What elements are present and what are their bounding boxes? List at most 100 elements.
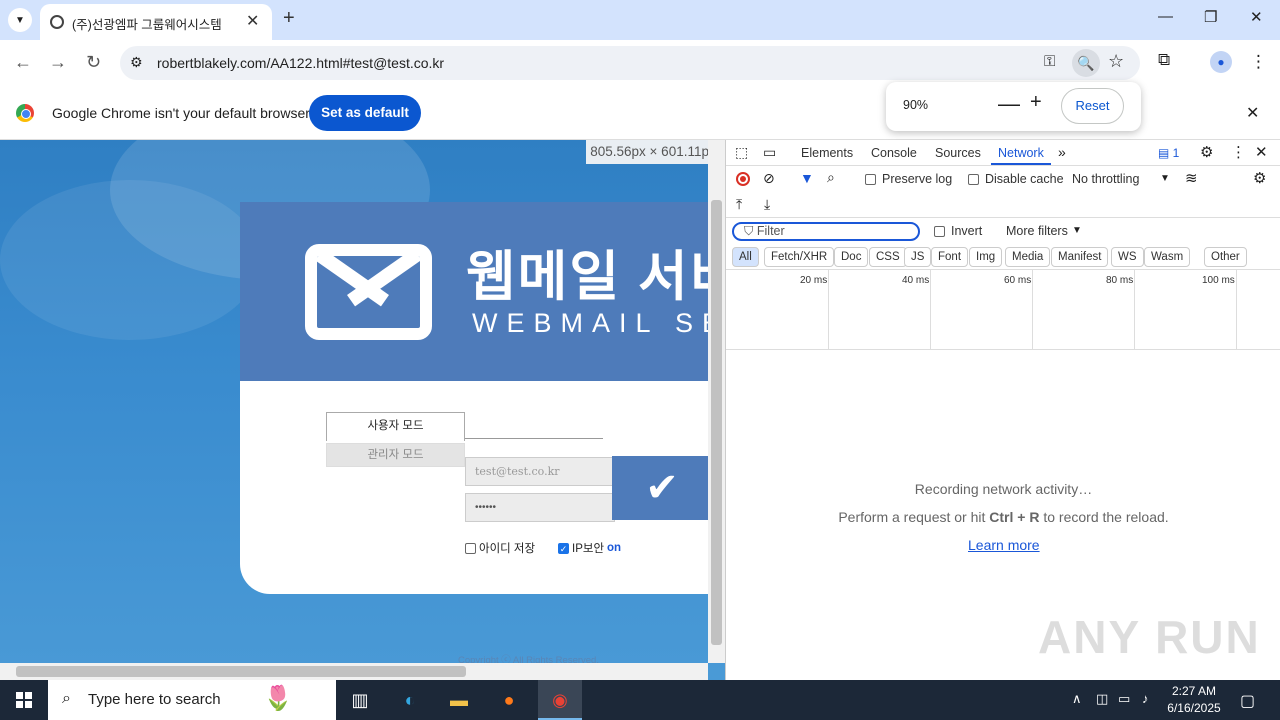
type-filter-other[interactable]: Other bbox=[1204, 247, 1247, 267]
timeline-gridline bbox=[1236, 270, 1237, 350]
filter-input[interactable]: ⛉ Filter bbox=[732, 222, 920, 241]
scroll-thumb[interactable] bbox=[16, 666, 466, 677]
back-icon[interactable]: ← bbox=[14, 52, 32, 73]
more-filters-button[interactable]: More filters bbox=[1006, 224, 1068, 238]
taskbar-search[interactable]: ⌕ Type here to search 🌷 bbox=[48, 680, 336, 720]
windows-start-icon[interactable] bbox=[16, 692, 32, 708]
file-explorer-icon[interactable]: ▬ bbox=[447, 688, 471, 712]
network-timeline[interactable]: 20 ms 40 ms 60 ms 80 ms 100 ms bbox=[726, 270, 1280, 350]
type-filter-all[interactable]: All bbox=[732, 247, 759, 267]
clock-date[interactable]: 6/16/2025 bbox=[1164, 701, 1224, 715]
clock-time[interactable]: 2:27 AM bbox=[1168, 684, 1220, 698]
zoom-in-button[interactable]: + bbox=[1030, 91, 1042, 114]
set-as-default-button[interactable]: Set as default bbox=[309, 95, 421, 131]
tab-search-button[interactable]: ▼ bbox=[8, 8, 32, 32]
chevron-down-icon[interactable]: ▼ bbox=[1072, 225, 1082, 236]
clear-icon[interactable]: ⊘ bbox=[763, 170, 775, 187]
network-icon[interactable]: ▭ bbox=[1118, 691, 1130, 707]
extensions-icon[interactable]: ⧉ bbox=[1158, 50, 1170, 70]
close-icon[interactable]: ✕ bbox=[1246, 103, 1259, 123]
settings-gear-icon[interactable]: ⚙ bbox=[1253, 169, 1266, 187]
device-toolbar-icon[interactable]: ▭ bbox=[763, 144, 776, 161]
close-icon[interactable]: ✕ bbox=[1255, 143, 1268, 161]
notification-icon[interactable]: ▢ bbox=[1240, 691, 1255, 711]
tab-network[interactable]: Network bbox=[998, 146, 1044, 160]
upload-icon[interactable]: ⤒ bbox=[736, 196, 742, 213]
type-filter-doc[interactable]: Doc bbox=[834, 247, 869, 267]
type-filter-css[interactable]: CSS bbox=[869, 247, 907, 267]
save-id-option[interactable]: 아이디 저장 bbox=[465, 540, 535, 556]
url-text[interactable]: robertblakely.com/AA122.html#test@test.c… bbox=[157, 55, 444, 71]
preserve-log-label: Preserve log bbox=[882, 172, 953, 186]
restore-icon[interactable]: ❐ bbox=[1204, 8, 1217, 26]
chevron-down-icon[interactable]: ▼ bbox=[1160, 173, 1170, 184]
search-icon[interactable]: ⌕ bbox=[827, 169, 835, 186]
type-filter-wasm[interactable]: Wasm bbox=[1144, 247, 1191, 267]
timeline-tick-label: 80 ms bbox=[1106, 275, 1134, 286]
issues-icon[interactable]: ▤ 1 bbox=[1158, 146, 1179, 160]
address-bar[interactable]: ⚙ robertblakely.com/AA122.html#test@test… bbox=[120, 46, 1140, 80]
ip-security-checkbox[interactable]: ✓ bbox=[558, 542, 569, 554]
type-filter-fetch[interactable]: Fetch/XHR bbox=[764, 247, 835, 267]
tray-app-icon[interactable]: ◫ bbox=[1096, 691, 1108, 707]
scroll-thumb[interactable] bbox=[711, 200, 722, 645]
password-field[interactable]: •••••• bbox=[465, 493, 615, 522]
invert-checkbox[interactable] bbox=[934, 226, 945, 237]
reload-icon[interactable]: ↻ bbox=[86, 52, 101, 73]
filter-icon[interactable]: ▼ bbox=[800, 170, 814, 186]
download-icon[interactable]: ⤓ bbox=[764, 196, 770, 213]
window-close-icon[interactable]: ✕ bbox=[1250, 8, 1263, 26]
tray-chevron-icon[interactable]: ∧ bbox=[1072, 691, 1082, 707]
chrome-taskbar-button[interactable]: ◉ bbox=[538, 680, 582, 720]
site-info-icon[interactable]: ⚙ bbox=[130, 54, 143, 71]
inspect-icon[interactable]: ⬚ bbox=[735, 144, 748, 161]
zoom-reset-button[interactable]: Reset bbox=[1061, 88, 1124, 124]
wifi-icon[interactable]: ≋ bbox=[1185, 169, 1198, 187]
kebab-menu-icon[interactable]: ⋮ bbox=[1250, 52, 1267, 72]
vertical-scrollbar[interactable] bbox=[708, 140, 725, 663]
task-view-icon[interactable]: ▥ bbox=[348, 688, 372, 712]
ip-security-option[interactable]: ✓ IP보안 on bbox=[558, 540, 621, 556]
email-field[interactable]: test@test.co.kr bbox=[465, 457, 615, 486]
minimize-icon[interactable]: — bbox=[1158, 8, 1173, 25]
zoom-out-button[interactable]: — bbox=[998, 91, 1020, 117]
type-filter-font[interactable]: Font bbox=[931, 247, 969, 267]
search-input[interactable]: Type here to search bbox=[88, 691, 221, 708]
learn-more-link[interactable]: Learn more bbox=[968, 537, 1040, 553]
tab-user-mode[interactable]: 사용자 모드 bbox=[326, 412, 465, 441]
tab-console[interactable]: Console bbox=[871, 146, 917, 160]
volume-icon[interactable]: ♪ bbox=[1142, 691, 1149, 706]
preserve-log-checkbox[interactable] bbox=[865, 174, 876, 185]
type-filter-media[interactable]: Media bbox=[1005, 247, 1051, 267]
divider bbox=[465, 438, 603, 439]
type-filter-ws[interactable]: WS bbox=[1111, 247, 1144, 267]
horizontal-scrollbar[interactable] bbox=[0, 663, 708, 680]
tab-elements[interactable]: Elements bbox=[801, 146, 853, 160]
type-filter-manifest[interactable]: Manifest bbox=[1051, 247, 1109, 267]
zoom-icon[interactable]: 🔍 bbox=[1072, 49, 1100, 77]
profile-icon[interactable]: ● bbox=[1210, 51, 1232, 73]
login-button[interactable]: ✔ bbox=[612, 456, 712, 520]
disable-cache-checkbox[interactable] bbox=[968, 174, 979, 185]
forward-icon[interactable]: → bbox=[49, 52, 67, 73]
timeline-gridline bbox=[930, 270, 931, 350]
kebab-menu-icon[interactable]: ⋮ bbox=[1231, 143, 1246, 161]
save-id-checkbox[interactable] bbox=[465, 542, 476, 554]
browser-tab[interactable]: (주)선광엠파 그룹웨어시스템 ✕ bbox=[40, 4, 272, 40]
key-icon[interactable]: ⚿ bbox=[1044, 53, 1055, 70]
bookmark-star-icon[interactable]: ☆ bbox=[1108, 51, 1124, 72]
record-icon[interactable] bbox=[736, 172, 750, 186]
login-card: 웹메일 서비스 WEBMAIL SERVICE 사용자 모드 관리자 모드 te… bbox=[240, 202, 725, 594]
more-tabs-icon[interactable]: » bbox=[1058, 144, 1066, 160]
type-filter-img[interactable]: Img bbox=[969, 247, 1003, 267]
settings-gear-icon[interactable]: ⚙ bbox=[1200, 143, 1213, 161]
edge-icon[interactable]: ◐ bbox=[398, 688, 422, 712]
firefox-icon[interactable]: ● bbox=[497, 688, 521, 712]
page-viewport: 웹메일 서비스 WEBMAIL SERVICE 사용자 모드 관리자 모드 te… bbox=[0, 140, 725, 680]
type-filter-js[interactable]: JS bbox=[904, 247, 932, 267]
tab-sources[interactable]: Sources bbox=[935, 146, 981, 160]
tab-admin-mode[interactable]: 관리자 모드 bbox=[326, 443, 465, 467]
throttling-select[interactable]: No throttling bbox=[1072, 172, 1139, 186]
close-icon[interactable]: ✕ bbox=[246, 11, 259, 31]
new-tab-button[interactable]: + bbox=[283, 7, 295, 30]
